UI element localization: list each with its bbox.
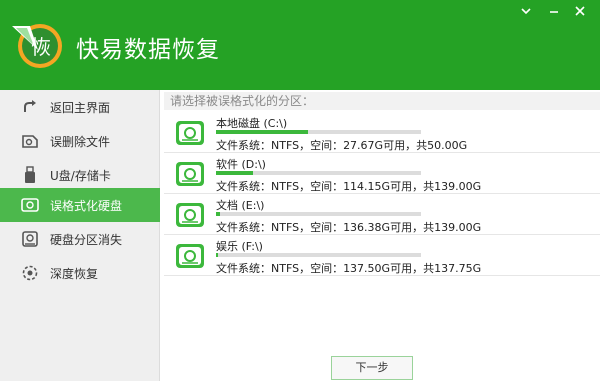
minimize-icon[interactable] [544,2,564,20]
usage-bar [216,253,421,257]
main-panel: 请选择被误格式化的分区： 本地磁盘 (C:\) 文件系统：NTFS，空间：27.… [160,90,600,381]
partition-name: 娱乐 (F:\) [216,240,263,253]
partition-name: 软件 (D:\) [216,158,266,171]
usage-fill [216,130,309,134]
partition-info: 文件系统：NTFS，空间：27.67G可用，共50.00G [216,139,468,152]
usage-bar [216,171,421,175]
prompt-label: 请选择被误格式化的分区： [164,92,600,110]
usage-fill [216,253,219,257]
sidebar-item-deep-recovery[interactable]: 深度恢复 [0,256,160,290]
hard-disk-icon [176,203,204,227]
partition-info: 文件系统：NTFS，空间：136.38G可用，共139.00G [216,221,482,234]
sidebar-item-label: 误格式化硬盘 [50,199,123,213]
disk-partition-icon [22,231,38,247]
hard-disk-icon [21,198,39,212]
deep-scan-icon [22,265,38,281]
next-button[interactable]: 下一步 [331,356,413,380]
sidebar-item-label: 深度恢复 [50,267,99,281]
title-bar: 恢 快易数据恢复 [0,0,600,90]
close-icon[interactable] [570,2,590,20]
hard-disk-icon [176,121,204,145]
usage-bar [216,130,421,134]
usage-bar [216,212,421,216]
sidebar-item-usb[interactable]: U盘/存储卡 [0,158,160,192]
usage-fill [216,212,221,216]
partition-item-c[interactable]: 本地磁盘 (C:\) 文件系统：NTFS，空间：27.67G可用，共50.00G [164,113,600,153]
partition-info: 文件系统：NTFS，空间：137.50G可用，共137.75G [216,262,482,275]
partition-item-e[interactable]: 文档 (E:\) 文件系统：NTFS，空间：136.38G可用，共139.00G [164,195,600,235]
sidebar-item-label: 误删除文件 [50,135,111,149]
sidebar-item-label: U盘/存储卡 [50,169,111,183]
partition-item-f[interactable]: 娱乐 (F:\) 文件系统：NTFS，空间：137.50G可用，共137.75G [164,236,600,276]
back-arrow-icon [24,100,36,112]
partition-item-d[interactable]: 软件 (D:\) 文件系统：NTFS，空间：114.15G可用，共139.00G [164,154,600,194]
sidebar-item-label: 返回主界面 [50,101,111,115]
usage-fill [216,171,253,175]
sidebar-item-formatted-disk[interactable]: 误格式化硬盘 [0,188,160,222]
usb-drive-icon [25,166,35,183]
sidebar-item-deleted-files[interactable]: 误删除文件 [0,124,160,158]
file-icon [22,135,38,148]
sidebar-item-lost-partition[interactable]: 硬盘分区消失 [0,222,160,256]
partition-name: 文档 (E:\) [216,199,265,212]
sidebar-item-back-home[interactable]: 返回主界面 [0,90,160,124]
partition-name: 本地磁盘 (C:\) [216,117,288,130]
hard-disk-icon [176,244,204,268]
logo-char: 恢 [31,35,51,59]
sidebar: 返回主界面 误删除文件 U盘/存储卡 误格式化硬盘 硬盘分区消失 深度恢复 [0,90,160,381]
partition-info: 文件系统：NTFS，空间：114.15G可用，共139.00G [216,180,482,193]
hard-disk-icon [176,162,204,186]
sidebar-item-label: 硬盘分区消失 [50,233,123,247]
chevron-down-icon[interactable] [516,2,536,20]
app-logo: 恢 [12,24,62,68]
app-title: 快易数据恢复 [76,37,220,63]
